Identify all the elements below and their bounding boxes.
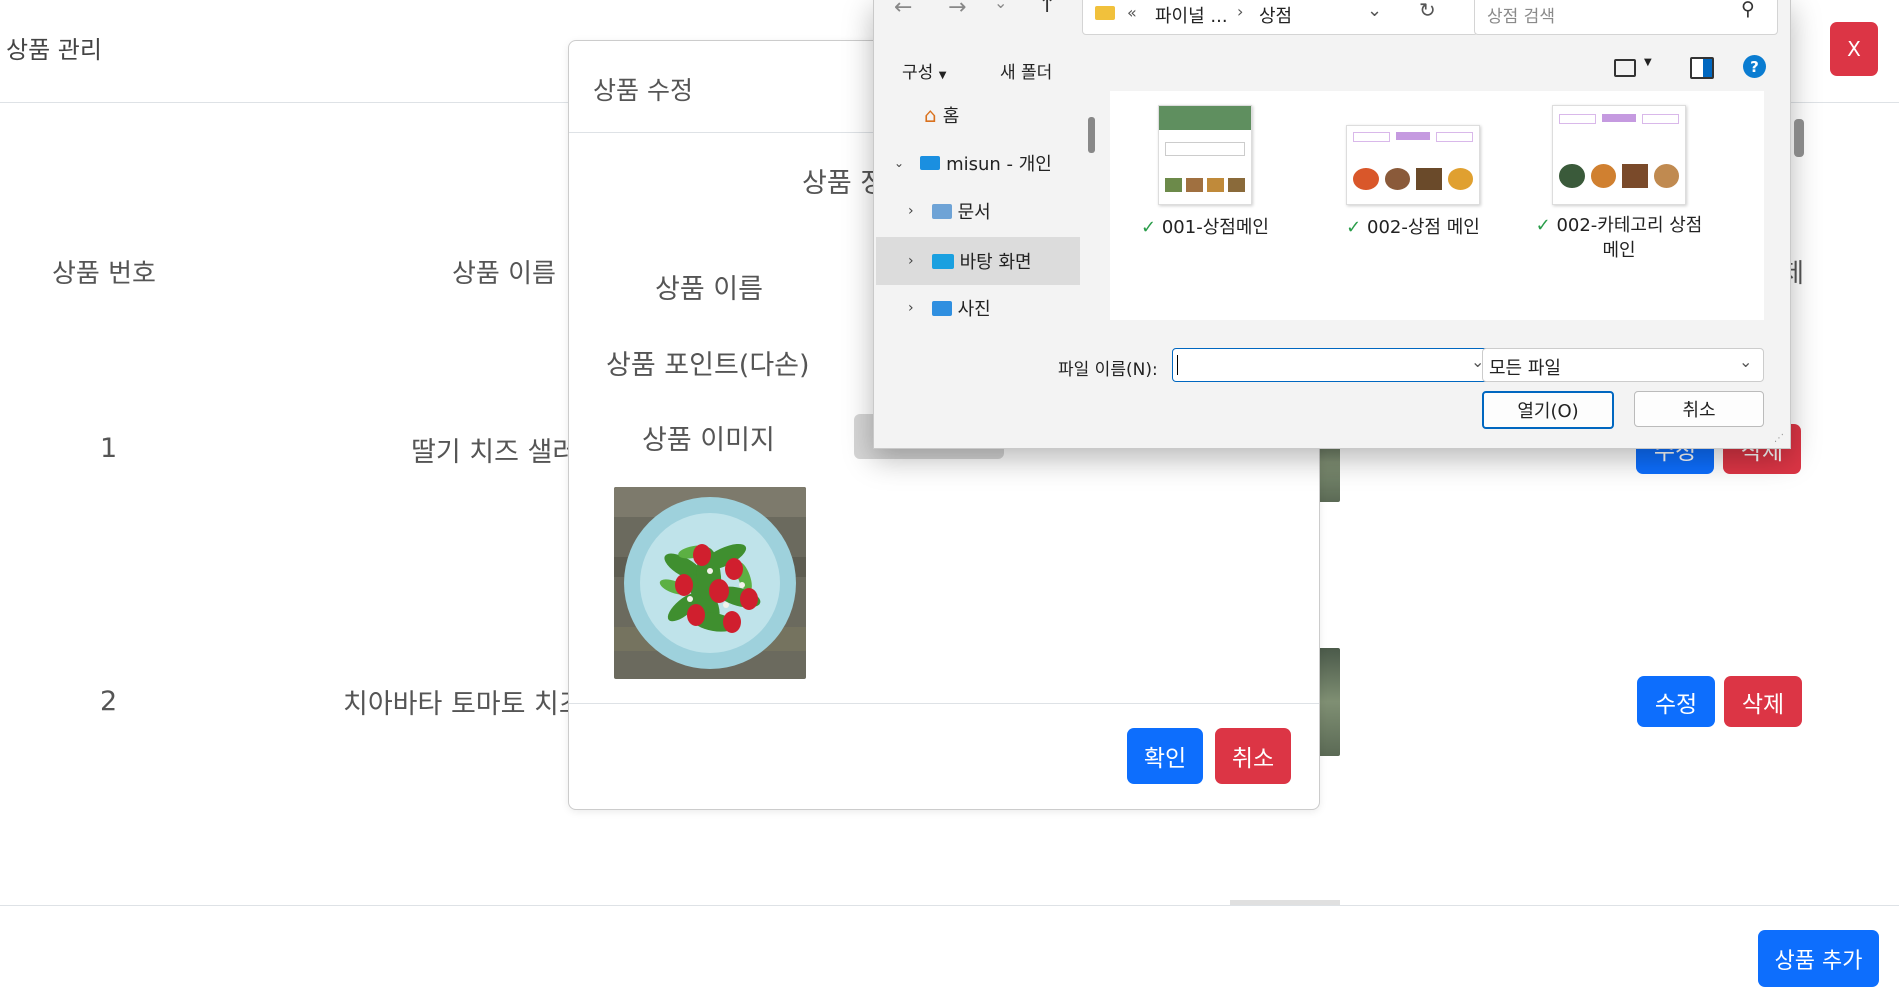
row-2-edit-button[interactable]: 수정: [1637, 676, 1715, 727]
chevron-down-icon: ⌄: [894, 156, 905, 170]
file-item[interactable]: ✓ 001-상점메인: [1130, 105, 1280, 239]
breadcrumb-separator-icon: ›: [1237, 2, 1244, 21]
breadcrumb-current[interactable]: 상점: [1259, 2, 1292, 28]
folder-icon: [1095, 6, 1115, 20]
image-preview: [614, 487, 806, 679]
row-2-delete-button[interactable]: 삭제: [1724, 676, 1802, 727]
modal-footer-divider: [569, 703, 1319, 704]
dialog-cancel-button[interactable]: 취소: [1634, 391, 1764, 427]
help-icon[interactable]: ?: [1743, 55, 1766, 78]
chevron-down-icon: ⌄: [1739, 352, 1753, 371]
close-button[interactable]: X: [1830, 22, 1878, 76]
nav-item-home[interactable]: ⌂ 홈: [924, 96, 959, 134]
address-bar[interactable]: « 파이널 ... › 상점 ⌄ ↻: [1082, 0, 1478, 35]
navigation-pane: ⌂ 홈 ⌄ misun - 개인 › 문서 › 바탕 화면 › 사진: [874, 91, 1095, 320]
search-input[interactable]: 상점 검색 ⚲: [1474, 0, 1778, 35]
refresh-icon[interactable]: ↻: [1419, 0, 1436, 22]
column-header-no: 상품 번호: [52, 259, 156, 289]
nav-item-documents[interactable]: › 문서: [908, 192, 991, 230]
preview-pane-icon[interactable]: [1690, 57, 1714, 79]
search-icon: ⚲: [1741, 0, 1755, 20]
modal-title: 상품 수정: [593, 76, 693, 105]
column-header-name: 상품 이름: [452, 259, 556, 289]
breadcrumb-prefix: «: [1127, 3, 1137, 22]
search-placeholder: 상점 검색: [1487, 7, 1555, 27]
cancel-button[interactable]: 취소: [1215, 728, 1291, 784]
file-item[interactable]: ✓ 002-카테고리 상점 메인: [1534, 105, 1704, 263]
back-arrow-icon[interactable]: ←: [894, 0, 912, 20]
page-title: 상품 관리: [6, 36, 102, 64]
view-icon[interactable]: [1614, 59, 1636, 77]
chevron-right-icon: ›: [908, 203, 914, 219]
cloud-folder-icon: [920, 156, 941, 170]
label-product-image: 상품 이미지: [642, 425, 775, 456]
nav-item-desktop[interactable]: › 바탕 화면: [876, 237, 1080, 285]
breadcrumb-parent[interactable]: 파이널 ...: [1155, 2, 1228, 28]
forward-arrow-icon[interactable]: →: [948, 0, 966, 20]
home-icon: ⌂: [924, 103, 937, 127]
row-2-name: 치아바타 토마토 치즈: [343, 689, 584, 720]
organize-menu[interactable]: 구성 ▼: [902, 58, 946, 83]
chevron-down-icon[interactable]: ⌄: [994, 0, 1007, 12]
row-2-no: 2: [100, 686, 118, 717]
file-thumbnail: [1552, 105, 1686, 205]
chevron-right-icon: ›: [908, 300, 914, 316]
chevron-right-icon: ›: [908, 253, 914, 269]
add-product-button[interactable]: 상품 추가: [1758, 930, 1879, 987]
file-list-scrollbar[interactable]: [1794, 119, 1804, 157]
confirm-button[interactable]: 확인: [1127, 728, 1203, 784]
nav-scrollbar[interactable]: [1088, 117, 1095, 153]
resize-grip-icon[interactable]: ⋰: [1774, 433, 1784, 444]
pictures-folder-icon: [931, 300, 952, 316]
footer-divider: [0, 905, 1899, 906]
filetype-select[interactable]: 모든 파일 ⌄: [1482, 348, 1764, 382]
file-thumbnail: [1158, 105, 1252, 205]
documents-folder-icon: [931, 203, 952, 219]
row-1-no: 1: [100, 433, 118, 464]
nav-item-onedrive[interactable]: ⌄ misun - 개인: [894, 144, 1052, 182]
sync-check-icon: ✓: [1346, 217, 1362, 238]
file-open-dialog: ← → ⌄ ↑ « 파이널 ... › 상점 ⌄ ↻ 상점 검색 ⚲ 구성 ▼ …: [873, 0, 1804, 449]
file-thumbnail: [1346, 125, 1480, 205]
open-button[interactable]: 열기(O): [1482, 391, 1614, 429]
new-folder-button[interactable]: 새 폴더: [1000, 58, 1052, 83]
up-arrow-icon[interactable]: ↑: [1038, 0, 1056, 18]
label-product-name: 상품 이름: [655, 274, 763, 305]
sync-check-icon: ✓: [1141, 217, 1157, 238]
nav-item-pictures[interactable]: › 사진: [908, 289, 991, 327]
text-cursor: [1177, 355, 1178, 375]
label-product-point: 상품 포인트(다손): [606, 350, 810, 381]
filename-input[interactable]: ⌄: [1172, 348, 1496, 382]
file-list: ✓ 001-상점메인 ✓ 002-상점 메인 ✓ 002-카테고리 상점 메인: [1110, 91, 1804, 320]
chevron-down-icon[interactable]: ⌄: [1367, 0, 1382, 21]
file-item[interactable]: ✓ 002-상점 메인: [1328, 105, 1498, 239]
filename-label: 파일 이름(N):: [1058, 360, 1158, 380]
sync-check-icon: ✓: [1535, 215, 1551, 236]
chevron-down-icon[interactable]: ▼: [1644, 57, 1652, 68]
desktop-folder-icon: [931, 253, 954, 269]
